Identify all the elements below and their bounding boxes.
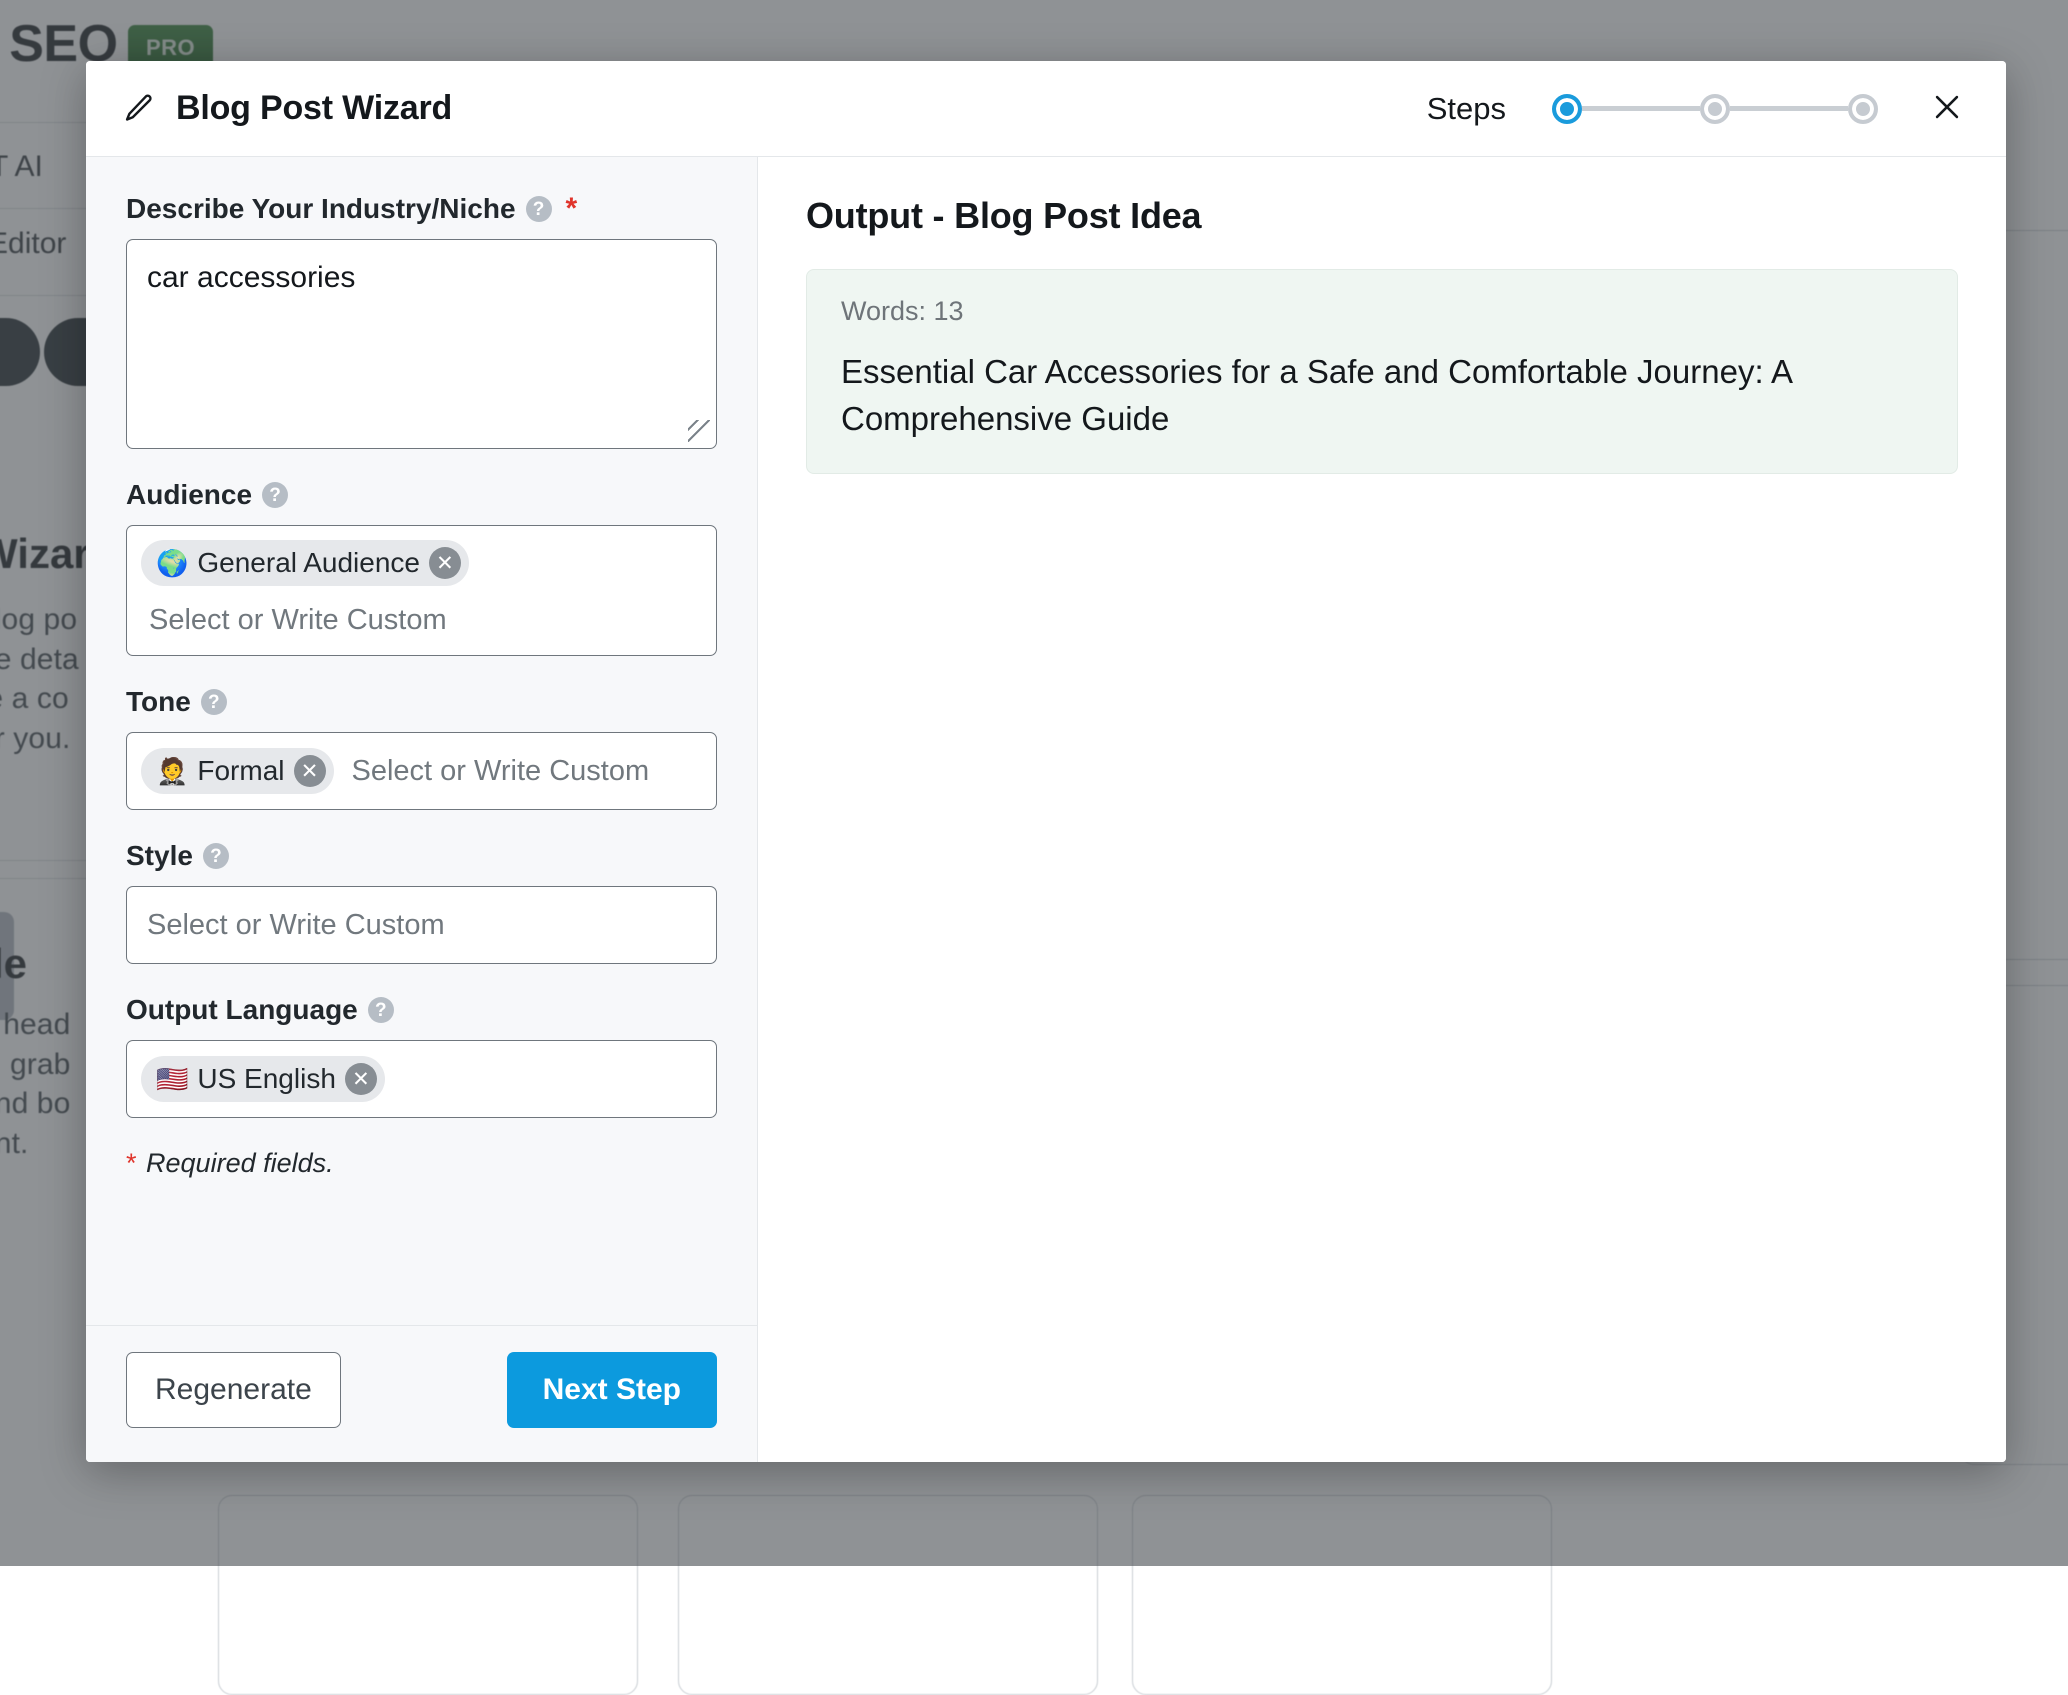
audience-chip-label: General Audience [197, 547, 420, 579]
modal-header: Blog Post Wizard Steps [86, 61, 2006, 157]
step-dot-2[interactable] [1700, 94, 1730, 124]
step-dot-1[interactable] [1552, 94, 1582, 124]
remove-chip-button[interactable]: ✕ [429, 547, 461, 579]
tone-input[interactable]: 🤵 Formal ✕ Select or Write Custom [126, 732, 717, 810]
us-flag-icon: 🇺🇸 [156, 1066, 188, 1092]
field-audience: Audience ? 🌍 General Audience ✕ Select o… [126, 479, 717, 656]
step-connector-2 [1730, 106, 1848, 111]
wizard-form-panel: Describe Your Industry/Niche ? * Audienc… [86, 157, 758, 1462]
style-placeholder: Select or Write Custom [147, 909, 445, 942]
output-text: Essential Car Accessories for a Safe and… [841, 349, 1923, 443]
audience-label-row: Audience ? [126, 479, 717, 511]
help-icon[interactable]: ? [526, 196, 552, 222]
style-label: Style [126, 840, 193, 872]
output-panel: Output - Blog Post Idea Words: 13 Essent… [758, 157, 2006, 1462]
required-asterisk: * [126, 1148, 137, 1178]
wizard-footer: Regenerate Next Step [86, 1325, 757, 1462]
tone-placeholder[interactable]: Select or Write Custom [346, 755, 650, 788]
step-dot-3[interactable] [1848, 94, 1878, 124]
tone-label-row: Tone ? [126, 686, 717, 718]
output-language-chip-label: US English [197, 1063, 336, 1095]
audience-input[interactable]: 🌍 General Audience ✕ Select or Write Cus… [126, 525, 717, 656]
help-icon[interactable]: ? [368, 997, 394, 1023]
style-label-row: Style ? [126, 840, 717, 872]
help-icon[interactable]: ? [203, 843, 229, 869]
field-style: Style ? Select or Write Custom [126, 840, 717, 964]
modal-header-right: Steps [1427, 86, 1970, 132]
output-title: Output - Blog Post Idea [806, 195, 1958, 237]
industry-niche-label-row: Describe Your Industry/Niche ? * [126, 193, 717, 225]
output-language-label-row: Output Language ? [126, 994, 717, 1026]
required-fields-note: * Required fields. [126, 1148, 717, 1179]
help-icon[interactable]: ? [201, 689, 227, 715]
output-card: Words: 13 Essential Car Accessories for … [806, 269, 1958, 474]
output-language-label: Output Language [126, 994, 358, 1026]
person-in-tuxedo-icon: 🤵 [156, 758, 188, 784]
close-button[interactable] [1924, 86, 1970, 132]
blog-post-wizard-modal: Blog Post Wizard Steps [86, 61, 2006, 1462]
modal-header-left: Blog Post Wizard [122, 89, 452, 128]
output-language-input[interactable]: 🇺🇸 US English ✕ [126, 1040, 717, 1118]
steps-indicator [1552, 94, 1878, 124]
audience-chip[interactable]: 🌍 General Audience ✕ [141, 540, 469, 586]
required-fields-text: Required fields. [146, 1148, 334, 1178]
remove-chip-button[interactable]: ✕ [294, 755, 326, 787]
output-language-chip[interactable]: 🇺🇸 US English ✕ [141, 1056, 385, 1102]
field-output-language: Output Language ? 🇺🇸 US English ✕ [126, 994, 717, 1118]
output-word-count: Words: 13 [841, 296, 1923, 327]
field-tone: Tone ? 🤵 Formal ✕ Select or Write Custom [126, 686, 717, 810]
step-connector-1 [1582, 106, 1700, 111]
modal-body: Describe Your Industry/Niche ? * Audienc… [86, 157, 2006, 1462]
tone-chip-label: Formal [197, 755, 284, 787]
style-input[interactable]: Select or Write Custom [126, 886, 717, 964]
help-icon[interactable]: ? [262, 482, 288, 508]
field-industry-niche: Describe Your Industry/Niche ? * [126, 193, 717, 449]
remove-chip-button[interactable]: ✕ [345, 1063, 377, 1095]
tone-label: Tone [126, 686, 191, 718]
regenerate-button[interactable]: Regenerate [126, 1352, 341, 1428]
audience-placeholder[interactable]: Select or Write Custom [141, 604, 447, 637]
form-fields: Describe Your Industry/Niche ? * Audienc… [86, 157, 757, 1325]
tone-chip[interactable]: 🤵 Formal ✕ [141, 748, 334, 794]
next-step-button[interactable]: Next Step [507, 1352, 717, 1428]
close-icon [1930, 90, 1964, 127]
required-asterisk: * [566, 194, 578, 224]
globe-icon: 🌍 [156, 550, 188, 576]
industry-niche-input[interactable] [126, 239, 717, 449]
pencil-icon [122, 92, 156, 126]
steps-label: Steps [1427, 91, 1506, 127]
industry-niche-label: Describe Your Industry/Niche [126, 193, 516, 225]
modal-title: Blog Post Wizard [176, 89, 452, 128]
audience-label: Audience [126, 479, 252, 511]
